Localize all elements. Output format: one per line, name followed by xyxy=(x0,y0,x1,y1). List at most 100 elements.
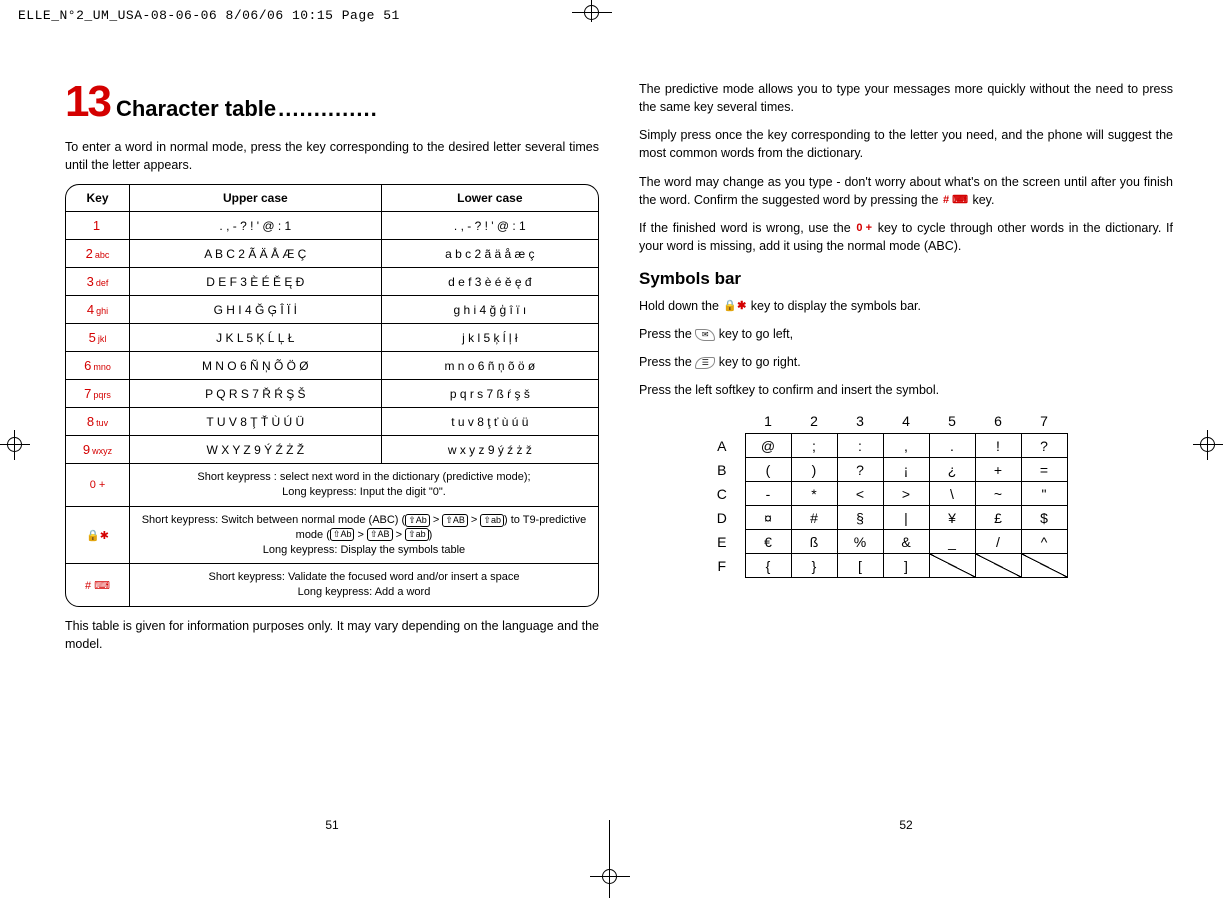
sym-cell: ¿ xyxy=(929,458,975,482)
key-cell: 6mno xyxy=(66,352,130,380)
sym-cell xyxy=(929,554,975,578)
sym-cell: ^ xyxy=(1021,530,1067,554)
hash-key-icon: # ⌨ xyxy=(942,195,969,206)
key-cell: 8tuv xyxy=(66,408,130,436)
sym-cell: , xyxy=(883,434,929,458)
symbols-p2: Press the ✉ key to go left, xyxy=(639,325,1173,343)
sym-row: A@;:,.!? xyxy=(699,434,1067,458)
print-job-header: ELLE_N°2_UM_USA-08-06-06 8/06/06 10:15 P… xyxy=(18,8,400,23)
sym-cell: / xyxy=(975,530,1021,554)
sym-cell: < xyxy=(837,482,883,506)
sym-cell: ( xyxy=(745,458,791,482)
symbols-p1: Hold down the 🔒✱ key to display the symb… xyxy=(639,297,1173,315)
page-number-right: 52 xyxy=(899,818,912,832)
lower-cell: j k l 5 ķ ĺ ļ ł xyxy=(382,324,598,352)
sym-col-head: 7 xyxy=(1021,410,1067,434)
chapter-number: 13 xyxy=(65,80,110,124)
crop-mark-right xyxy=(1193,430,1223,460)
key-cell: 2abc xyxy=(66,240,130,268)
sym-cell: " xyxy=(1021,482,1067,506)
th-lower: Lower case xyxy=(382,185,598,212)
sym-row: E€ß%&_/^ xyxy=(699,530,1067,554)
th-key: Key xyxy=(66,185,130,212)
sym-cell: + xyxy=(975,458,1021,482)
lower-cell: p q r s 7 ß ŕ ş š xyxy=(382,380,598,408)
sym-cell: . xyxy=(929,434,975,458)
chapter-dots: .............. xyxy=(278,96,378,121)
sym-cell: - xyxy=(745,482,791,506)
sym-cell: * xyxy=(791,482,837,506)
upper-cell: P Q R S 7 Ř Ŕ Ş Š xyxy=(130,380,382,408)
upper-cell: D E F 3 È É Ě Ę Đ xyxy=(130,268,382,296)
sym-cell: ¤ xyxy=(745,506,791,530)
key-cell: 1 xyxy=(66,212,130,240)
sym-cell: _ xyxy=(929,530,975,554)
sym-cell: ) xyxy=(791,458,837,482)
lower-cell: t u v 8 ţ ť ù ú ü xyxy=(382,408,598,436)
upper-cell: A B C 2 Ã Ä Å Æ Ç xyxy=(130,240,382,268)
sym-cell: § xyxy=(837,506,883,530)
sym-row: F{}[] xyxy=(699,554,1067,578)
sym-cell: @ xyxy=(745,434,791,458)
char-row: 8tuvT U V 8 Ţ Ť Ù Ú Üt u v 8 ţ ť ù ú ü xyxy=(66,408,598,436)
sym-col-head: 2 xyxy=(791,410,837,434)
key-cell: 9wxyz xyxy=(66,436,130,464)
key-cell-hash: # ⌨ xyxy=(66,564,130,606)
sym-cell: ? xyxy=(1021,434,1067,458)
upper-cell: . , - ? ! ' @ : 1 xyxy=(130,212,382,240)
character-table: Key Upper case Lower case 1. , - ? ! ' @… xyxy=(65,184,599,607)
predictive-p2: Simply press once the key corresponding … xyxy=(639,126,1173,162)
sym-cell: ¡ xyxy=(883,458,929,482)
sym-row-head: A xyxy=(699,434,745,458)
upper-cell: T U V 8 Ţ Ť Ù Ú Ü xyxy=(130,408,382,436)
key-cell-star: 🔒✱ xyxy=(66,507,130,565)
sym-cell: = xyxy=(1021,458,1067,482)
sym-cell: > xyxy=(883,482,929,506)
char-row: 7pqrsP Q R S 7 Ř Ŕ Ş Šp q r s 7 ß ŕ ş š xyxy=(66,380,598,408)
lower-cell: w x y z 9 ý ź ż ž xyxy=(382,436,598,464)
upper-cell: J K L 5 Ķ Ĺ Ļ Ł xyxy=(130,324,382,352)
lower-cell: a b c 2 ã ä å æ ç xyxy=(382,240,598,268)
sym-cell: # xyxy=(791,506,837,530)
lower-cell: d e f 3 è é ě ę đ xyxy=(382,268,598,296)
table-footnote: This table is given for information purp… xyxy=(65,617,599,653)
sym-row-head: F xyxy=(699,554,745,578)
char-row: 4ghiG H I 4 Ğ Ģ Î Ï İg h i 4 ğ ģ î ï ı xyxy=(66,296,598,324)
intro-paragraph: To enter a word in normal mode, press th… xyxy=(65,138,599,174)
crop-mark-left xyxy=(0,430,30,460)
sym-cell: ? xyxy=(837,458,883,482)
sym-col-head: 4 xyxy=(883,410,929,434)
sym-col-head: 6 xyxy=(975,410,1021,434)
char-row: 3defD E F 3 È É Ě Ę Đd e f 3 è é ě ę đ xyxy=(66,268,598,296)
sym-cell: ! xyxy=(975,434,1021,458)
upper-cell: M N O 6 Ñ Ņ Õ Ö Ø xyxy=(130,352,382,380)
lower-cell: g h i 4 ğ ģ î ï ı xyxy=(382,296,598,324)
sym-cell: [ xyxy=(837,554,883,578)
sym-cell: ; xyxy=(791,434,837,458)
key-cell: 7pqrs xyxy=(66,380,130,408)
symbols-bar-heading: Symbols bar xyxy=(639,269,1173,289)
symbols-p4: Press the left softkey to confirm and in… xyxy=(639,381,1173,399)
sym-cell: \ xyxy=(929,482,975,506)
upper-cell: G H I 4 Ğ Ģ Î Ï İ xyxy=(130,296,382,324)
key-cell: 5jkl xyxy=(66,324,130,352)
left-softkey-icon: ✉ xyxy=(695,329,715,341)
sym-cell: ] xyxy=(883,554,929,578)
sym-row: D¤#§|¥£$ xyxy=(699,506,1067,530)
sym-row-head: E xyxy=(699,530,745,554)
sym-row-head: B xyxy=(699,458,745,482)
rowhash-text: Short keypress: Validate the focused wor… xyxy=(130,564,598,606)
sym-cell: } xyxy=(791,554,837,578)
char-row: 9wxyzW X Y Z 9 Ý Ź Ż Žw x y z 9 ý ź ż ž xyxy=(66,436,598,464)
upper-cell: W X Y Z 9 Ý Ź Ż Ž xyxy=(130,436,382,464)
row0-text: Short keypress : select next word in the… xyxy=(130,464,598,507)
sym-cell: | xyxy=(883,506,929,530)
char-row: 1. , - ? ! ' @ : 1. , - ? ! ' @ : 1 xyxy=(66,212,598,240)
sym-col-head: 5 xyxy=(929,410,975,434)
sym-col-head: 1 xyxy=(745,410,791,434)
sym-cell xyxy=(1021,554,1067,578)
th-upper: Upper case xyxy=(130,185,382,212)
sym-cell: % xyxy=(837,530,883,554)
sym-row-head: C xyxy=(699,482,745,506)
char-row: 2abcA B C 2 Ã Ä Å Æ Ça b c 2 ã ä å æ ç xyxy=(66,240,598,268)
